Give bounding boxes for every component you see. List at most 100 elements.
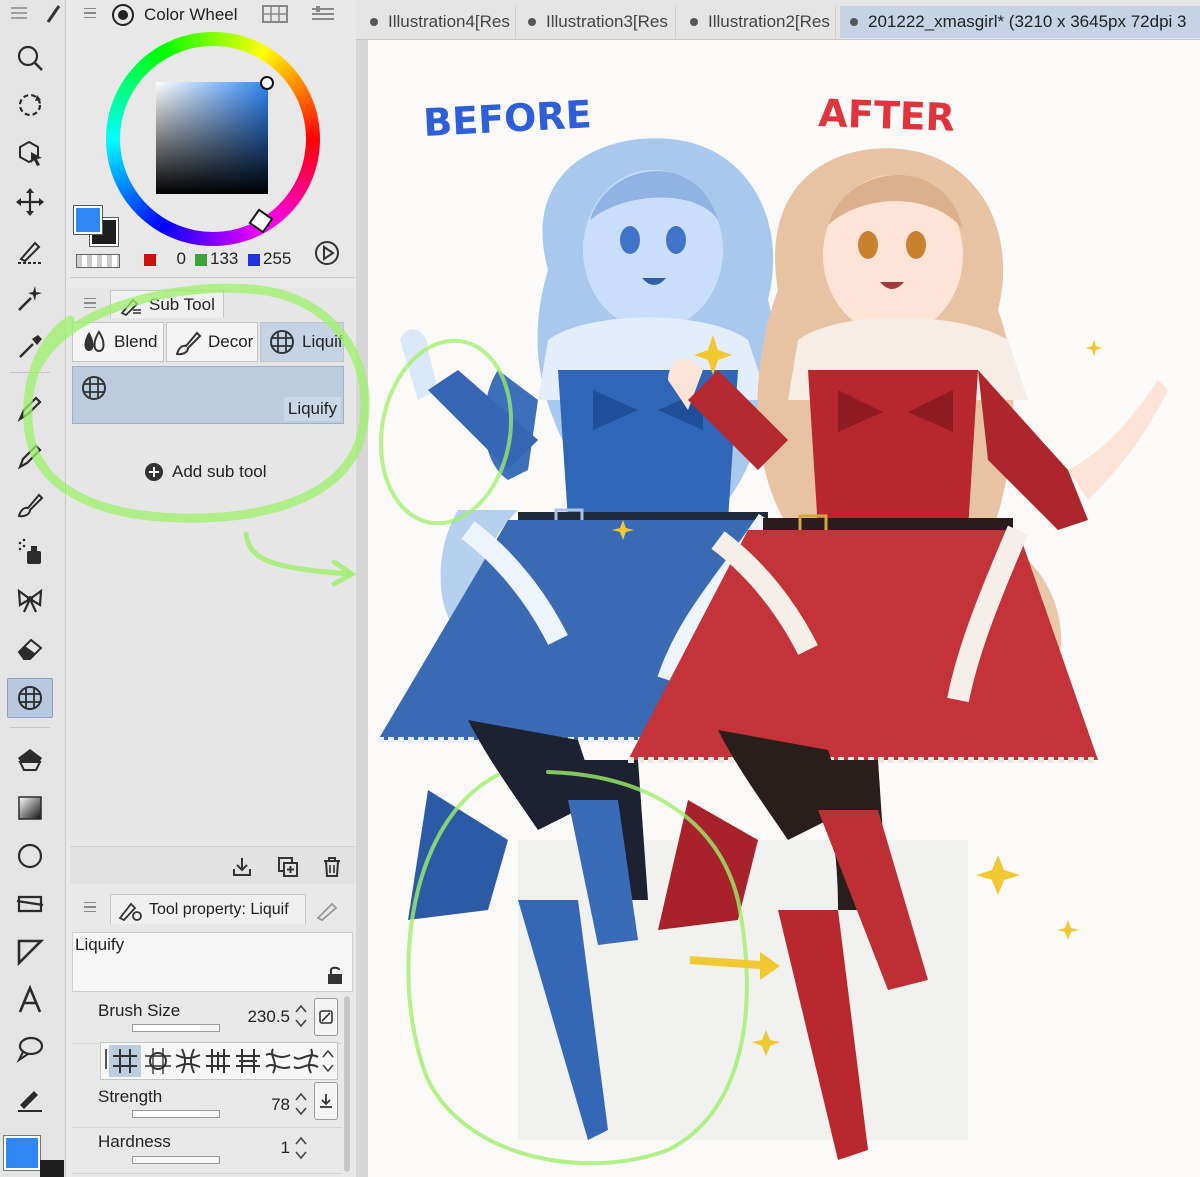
add-sub-tool-label: Add sub tool — [172, 462, 267, 481]
red-indicator — [144, 254, 156, 266]
color-wheel-icon — [112, 4, 134, 26]
sub-tool-footer — [70, 846, 355, 884]
transparent-color-swatch[interactable] — [76, 254, 120, 268]
hardness-slider[interactable] — [132, 1156, 220, 1164]
strength-pressure-button[interactable] — [314, 1082, 338, 1120]
hardness-row: Hardness 1 — [72, 1128, 342, 1174]
panel-menu-icon[interactable] — [76, 896, 104, 918]
tab-tool-property[interactable]: Tool property: Liquif — [110, 894, 306, 924]
text-icon[interactable] — [7, 980, 53, 1020]
liquify-icon[interactable] — [7, 678, 53, 718]
green-indicator — [195, 254, 207, 266]
tool-name: Liquify — [75, 935, 125, 954]
sub-tool-item-liquify[interactable]: Liquify — [72, 366, 344, 424]
group-tab-label: Liquify — [302, 332, 343, 351]
brush-mini-icon — [44, 2, 62, 24]
strength-slider[interactable] — [132, 1110, 220, 1118]
trash-icon[interactable] — [320, 855, 344, 879]
airbrush-icon[interactable] — [7, 532, 53, 572]
group-tab-blend[interactable]: Blend — [72, 322, 164, 362]
rotate-view-icon[interactable] — [7, 85, 53, 125]
decoration-icon[interactable] — [7, 580, 53, 620]
lock-icon[interactable] — [326, 965, 344, 985]
document-tab-bar: Illustration4[Res Illustration3[Res Illu… — [356, 0, 1200, 40]
liquify-mode-selector[interactable] — [100, 1042, 338, 1080]
rgb-blue-value: 255 — [263, 249, 292, 268]
tool-name-box: Liquify — [72, 932, 353, 992]
property-scrollbar[interactable] — [344, 996, 350, 1172]
mode-push-icon[interactable] — [109, 1045, 141, 1077]
tab-sub-tool[interactable]: Sub Tool — [110, 290, 224, 318]
group-tab-label: Blend — [114, 332, 158, 351]
eraser-icon[interactable] — [7, 628, 53, 668]
hardness-value: 1 — [280, 1138, 290, 1157]
brush-icon[interactable] — [7, 484, 53, 524]
mode-twist-left-icon[interactable] — [263, 1046, 293, 1076]
menu-icon[interactable] — [8, 3, 30, 23]
brush-size-slider[interactable] — [132, 1024, 220, 1032]
strength-label: Strength — [98, 1087, 163, 1106]
sub-tool-item-label: Liquify — [283, 397, 341, 421]
figure-icon[interactable] — [7, 836, 53, 876]
color-mode-play-icon[interactable] — [314, 240, 340, 266]
move-icon[interactable] — [7, 182, 53, 222]
brush-size-value: 230.5 — [247, 1007, 290, 1026]
object-select-icon[interactable] — [7, 133, 53, 173]
mode-twist-right-icon[interactable] — [291, 1046, 321, 1076]
canvas-area[interactable]: BEFORE AFTER — [368, 40, 1200, 1177]
rgb-red-value: 0 — [176, 249, 186, 268]
decoration-brush-icon — [175, 331, 202, 356]
mode-spinner[interactable] — [321, 1049, 335, 1073]
duplicate-icon[interactable] — [276, 855, 300, 879]
pencil-icon[interactable] — [7, 436, 53, 476]
fill-icon[interactable] — [7, 740, 53, 780]
tab-dot-icon — [690, 18, 698, 26]
sub-tool-title: Sub Tool — [149, 294, 215, 314]
frame-icon[interactable] — [7, 884, 53, 924]
zoom-icon[interactable] — [7, 38, 53, 78]
mode-push-right-icon[interactable] — [233, 1046, 263, 1076]
toolbar-main-color-swatch[interactable] — [3, 1135, 41, 1171]
tab-color-wheel[interactable]: Color Wheel — [110, 0, 250, 30]
balloon-icon[interactable] — [7, 1028, 53, 1068]
group-tab-decoration[interactable]: Decor — [166, 322, 258, 362]
add-sub-tool-button[interactable]: Add sub tool — [144, 462, 267, 482]
pressure-icon — [319, 1010, 333, 1024]
mode-expand-icon[interactable] — [143, 1046, 173, 1076]
brush-size-spinner[interactable] — [294, 1004, 308, 1028]
main-color-swatch[interactable] — [73, 205, 103, 235]
auto-select-wand-icon[interactable] — [7, 278, 53, 318]
group-tab-liquify[interactable]: Liquify — [260, 322, 344, 362]
panel-divider[interactable] — [356, 0, 368, 1177]
document-tab-illustration2[interactable]: Illustration2[Res — [680, 6, 836, 38]
ruler-icon[interactable] — [7, 932, 53, 972]
saturation-value-square[interactable] — [156, 82, 268, 194]
hardness-spinner[interactable] — [294, 1136, 308, 1160]
toolbar-sub-color-swatch[interactable] — [40, 1160, 64, 1177]
eyedropper-icon[interactable] — [7, 326, 53, 366]
tab-dot-icon — [528, 18, 536, 26]
document-tab-illustration3[interactable]: Illustration3[Res — [518, 6, 676, 38]
document-tab-xmasgirl[interactable]: 201222_xmasgirl* (3210 x 3645px 72dpi 3 — [840, 6, 1200, 38]
tool-property-icon — [118, 902, 142, 921]
tool-property-panel: Tool property: Liquif Liquify Brush Size… — [70, 888, 355, 1177]
brush-size-label: Brush Size — [98, 1001, 181, 1020]
panel-menu-icon[interactable] — [76, 292, 104, 314]
correction-line-icon[interactable] — [7, 1078, 53, 1118]
gradient-icon[interactable] — [7, 788, 53, 828]
panel-menu-icon[interactable] — [76, 2, 104, 24]
strength-spinner[interactable] — [294, 1092, 308, 1116]
download-icon[interactable] — [230, 855, 254, 879]
document-tab-illustration4[interactable]: Illustration4[Res — [360, 6, 516, 38]
blue-indicator — [248, 254, 260, 266]
color-set-tab-icon[interactable] — [260, 3, 290, 25]
sv-cursor[interactable] — [260, 76, 274, 90]
mode-push-left-icon[interactable] — [203, 1046, 233, 1076]
lasso-select-icon[interactable] — [7, 230, 53, 270]
color-slider-tab-icon[interactable] — [308, 3, 338, 25]
document-tab-label: Illustration3[Res — [546, 12, 668, 31]
pen-icon[interactable] — [7, 388, 53, 428]
pressure-toggle-button[interactable] — [314, 998, 338, 1036]
mode-pinch-icon[interactable] — [173, 1046, 203, 1076]
brush-settings-tab-icon[interactable] — [312, 898, 344, 922]
